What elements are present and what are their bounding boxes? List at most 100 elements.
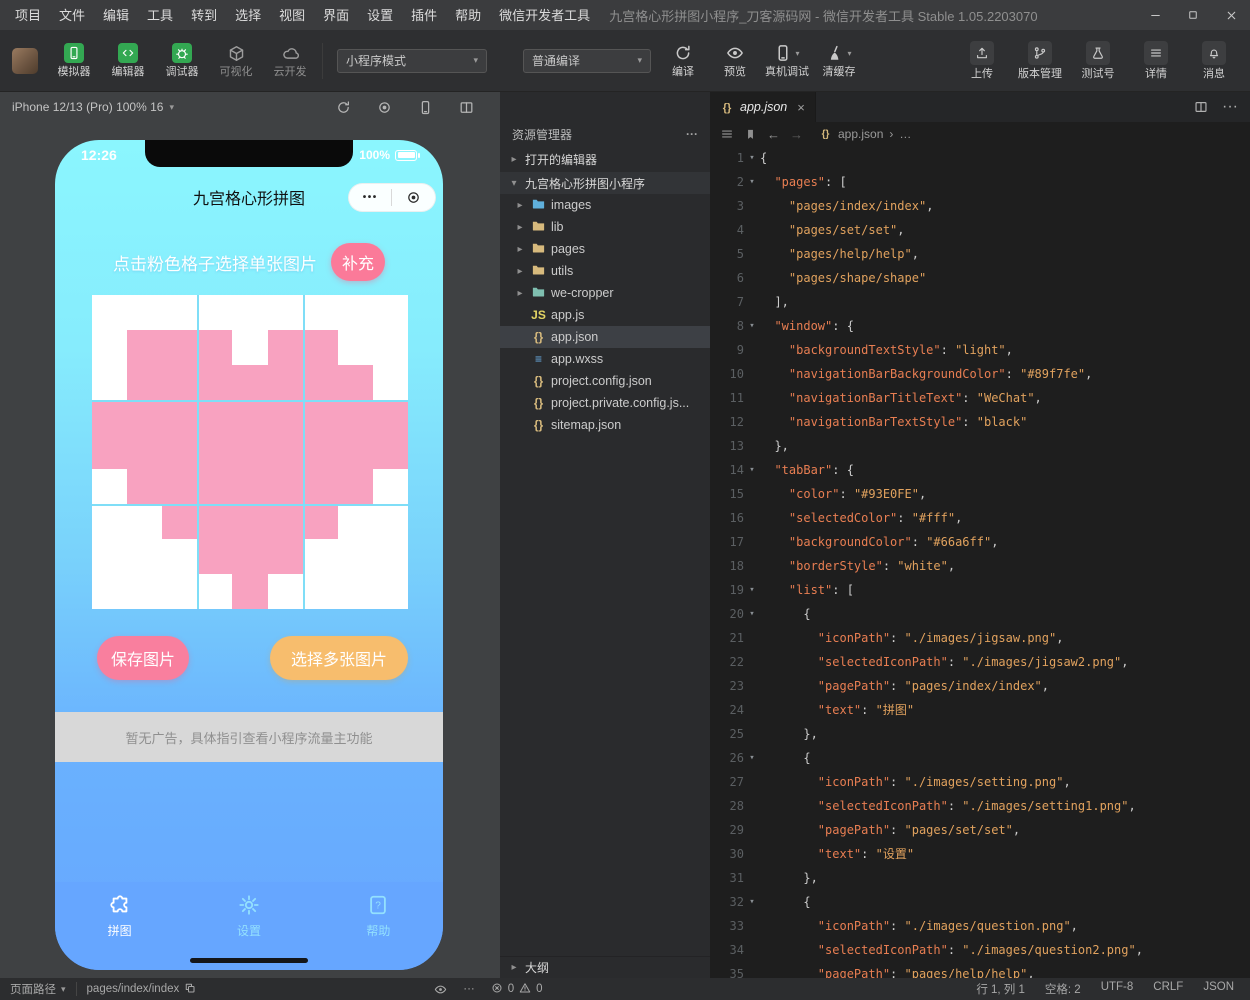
grid-cell[interactable] bbox=[373, 504, 408, 539]
clear-cache-button[interactable]: ▾ 清缓存 bbox=[815, 43, 863, 78]
tab-app-json[interactable]: {} app.json × bbox=[710, 92, 816, 122]
grid-cell[interactable] bbox=[373, 295, 408, 330]
explorer-more-icon[interactable]: ··· bbox=[686, 127, 698, 141]
menu-item-文件[interactable]: 文件 bbox=[50, 8, 94, 23]
code-line[interactable]: 22 "selectedIconPath": "./images/jigsaw2… bbox=[710, 650, 1250, 674]
grid-cell[interactable] bbox=[127, 469, 163, 505]
statusbar-more-icon[interactable]: ··· bbox=[463, 983, 475, 995]
grid-cell[interactable] bbox=[197, 295, 232, 330]
grid-cell[interactable] bbox=[267, 364, 303, 400]
grid-cell[interactable] bbox=[162, 399, 198, 435]
grid-cell[interactable] bbox=[127, 539, 162, 574]
tabbar-item-help[interactable]: ? 帮助 bbox=[314, 894, 443, 970]
code-line[interactable]: 12 "navigationBarTextStyle": "black" bbox=[710, 410, 1250, 434]
grid-cell[interactable] bbox=[267, 469, 303, 505]
menu-item-插件[interactable]: 插件 bbox=[402, 8, 446, 23]
fold-chevron-icon[interactable]: ▾ bbox=[744, 602, 760, 626]
grid-cell[interactable] bbox=[267, 539, 303, 575]
grid-cell[interactable] bbox=[373, 330, 408, 365]
code-line[interactable]: 9 "backgroundTextStyle": "light", bbox=[710, 338, 1250, 362]
menu-item-帮助[interactable]: 帮助 bbox=[446, 8, 490, 23]
grid-cell[interactable] bbox=[232, 469, 268, 505]
grid-cell[interactable] bbox=[162, 539, 197, 574]
grid-cell[interactable] bbox=[197, 574, 232, 609]
grid-cell[interactable] bbox=[302, 329, 338, 365]
grid-cell[interactable] bbox=[197, 469, 233, 505]
grid-cell[interactable] bbox=[268, 574, 303, 609]
grid-cell[interactable] bbox=[303, 539, 338, 574]
debugger-button[interactable]: 调试器 bbox=[158, 43, 206, 78]
rotate-button[interactable] bbox=[336, 100, 351, 115]
grid-cell[interactable] bbox=[162, 504, 198, 540]
tree-item-project.private.config.js...[interactable]: {} project.private.config.js... bbox=[500, 392, 710, 414]
grid-cell[interactable] bbox=[92, 469, 127, 504]
outline-list-icon[interactable] bbox=[720, 127, 734, 141]
code-line[interactable]: 23 "pagePath": "pages/index/index", bbox=[710, 674, 1250, 698]
version-button[interactable]: 版本管理 bbox=[1016, 41, 1064, 80]
page-path-selector[interactable]: 页面路径 ▾ bbox=[10, 981, 66, 997]
grid-cell[interactable] bbox=[92, 504, 127, 539]
breadcrumb-file[interactable]: app.json bbox=[838, 127, 883, 141]
grid-cell[interactable] bbox=[302, 434, 338, 470]
tree-item-lib[interactable]: ▸ lib bbox=[500, 216, 710, 238]
grid-cell[interactable] bbox=[372, 399, 408, 435]
message-button[interactable]: 消息 bbox=[1190, 41, 1238, 80]
fold-chevron-icon[interactable]: ▾ bbox=[744, 746, 760, 770]
code-line[interactable]: 21 "iconPath": "./images/jigsaw.png", bbox=[710, 626, 1250, 650]
close-tab-icon[interactable]: × bbox=[797, 100, 805, 115]
cursor-position[interactable]: 行 1, 列 1 bbox=[976, 981, 1025, 997]
grid-cell[interactable] bbox=[303, 574, 338, 609]
device-button[interactable] bbox=[418, 100, 433, 115]
menu-item-微信开发者工具[interactable]: 微信开发者工具 bbox=[490, 8, 599, 23]
navigate-forward-icon[interactable]: → bbox=[790, 127, 803, 142]
grid-cell[interactable] bbox=[232, 399, 268, 435]
fold-chevron-icon[interactable]: ▾ bbox=[744, 578, 760, 602]
tabbar-item-jigsaw[interactable]: 拼图 bbox=[55, 894, 184, 970]
grid-cell[interactable] bbox=[92, 399, 128, 435]
grid-cell[interactable] bbox=[338, 330, 373, 365]
tree-item-sitemap.json[interactable]: {} sitemap.json bbox=[500, 414, 710, 436]
code-line[interactable]: 5 "pages/help/help", bbox=[710, 242, 1250, 266]
grid-cell[interactable] bbox=[127, 329, 163, 365]
multi-select-button[interactable]: 选择多张图片 bbox=[270, 636, 408, 680]
code-line[interactable]: 32 ▾ { bbox=[710, 890, 1250, 914]
grid-cell[interactable] bbox=[302, 364, 338, 400]
grid-cell[interactable] bbox=[372, 434, 408, 470]
tree-item-utils[interactable]: ▸ utils bbox=[500, 260, 710, 282]
grid-cell[interactable] bbox=[127, 399, 163, 435]
grid-cell[interactable] bbox=[303, 295, 338, 330]
code-line[interactable]: 20 ▾ { bbox=[710, 602, 1250, 626]
section-project[interactable]: ▾ 九宫格心形拼图小程序 bbox=[500, 172, 710, 194]
editor-more-icon[interactable]: ··· bbox=[1222, 98, 1238, 116]
encoding-setting[interactable]: UTF-8 bbox=[1101, 981, 1134, 997]
code-line[interactable]: 30 "text": "设置" bbox=[710, 842, 1250, 866]
menu-item-界面[interactable]: 界面 bbox=[314, 8, 358, 23]
code-line[interactable]: 27 "iconPath": "./images/setting.png", bbox=[710, 770, 1250, 794]
grid-cell[interactable] bbox=[302, 399, 338, 435]
menu-item-转到[interactable]: 转到 bbox=[182, 8, 226, 23]
code-line[interactable]: 1 ▾{ bbox=[710, 146, 1250, 170]
grid-cell[interactable] bbox=[127, 434, 163, 470]
code-lines[interactable]: 1 ▾{2 ▾ "pages": [3 "pages/index/index", 4 … bbox=[710, 146, 1250, 978]
grid-cell[interactable] bbox=[197, 364, 233, 400]
code-line[interactable]: 14 ▾ "tabBar": { bbox=[710, 458, 1250, 482]
grid-cell[interactable] bbox=[232, 364, 268, 400]
grid-cell[interactable] bbox=[267, 504, 303, 540]
remote-debug-button[interactable]: ▾ 真机调试 bbox=[763, 43, 811, 78]
grid-cell[interactable] bbox=[232, 434, 268, 470]
maximize-button[interactable] bbox=[1174, 0, 1212, 30]
code-line[interactable]: 16 "selectedColor": "#fff", bbox=[710, 506, 1250, 530]
code-line[interactable]: 35 "pagePath": "pages/help/help", bbox=[710, 962, 1250, 978]
grid-cell[interactable] bbox=[162, 434, 198, 470]
grid-cell[interactable] bbox=[338, 574, 373, 609]
grid-cell[interactable] bbox=[127, 574, 162, 609]
breadcrumb-more[interactable]: … bbox=[899, 127, 911, 141]
menu-item-设置[interactable]: 设置 bbox=[358, 8, 402, 23]
indent-setting[interactable]: 空格: 2 bbox=[1045, 981, 1081, 997]
grid-cell[interactable] bbox=[92, 574, 127, 609]
tree-item-app.js[interactable]: JS app.js bbox=[500, 304, 710, 326]
grid-cell[interactable] bbox=[127, 504, 162, 539]
editor-button[interactable]: 编辑器 bbox=[104, 43, 152, 78]
language-mode[interactable]: JSON bbox=[1203, 981, 1234, 997]
compile-button[interactable]: 编译 bbox=[659, 43, 707, 78]
